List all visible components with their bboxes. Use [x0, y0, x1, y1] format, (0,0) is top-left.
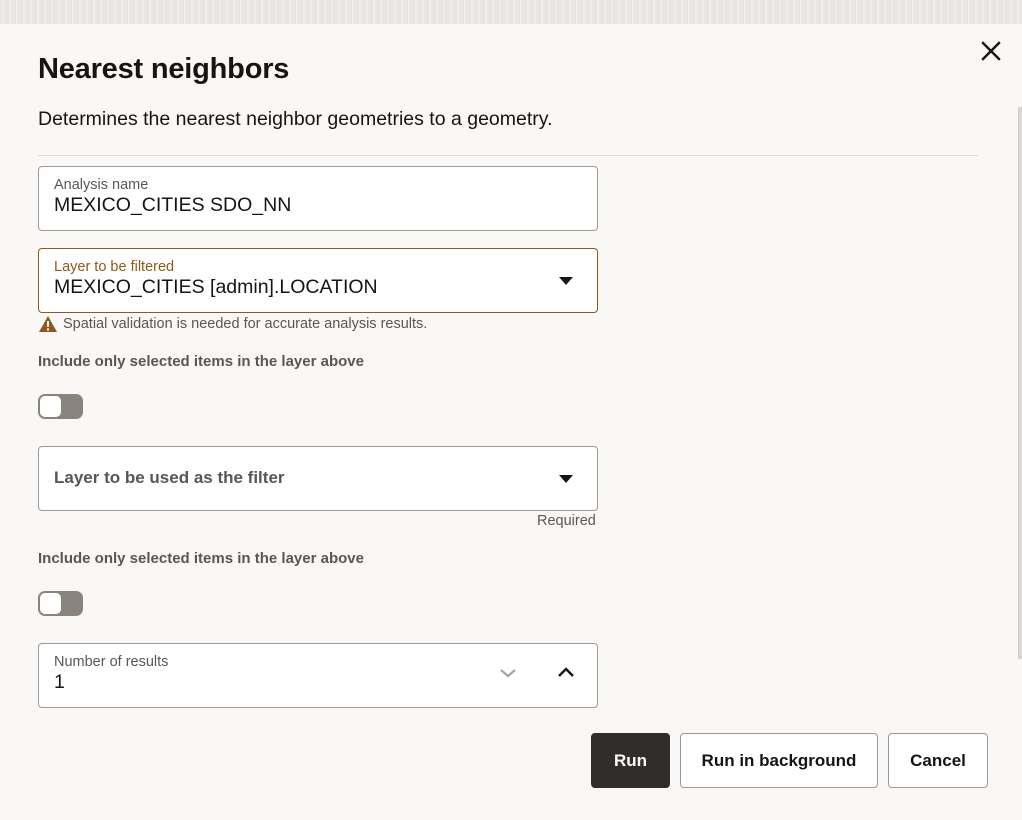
filter-layer-select[interactable]: Layer to be used as the filter [38, 446, 598, 511]
close-button[interactable] [978, 38, 1004, 64]
background-texture [0, 0, 1022, 24]
cancel-button[interactable]: Cancel [888, 733, 988, 788]
analysis-name-label: Analysis name [54, 177, 149, 193]
validation-warning: Spatial validation is needed for accurat… [38, 315, 427, 333]
dialog-description: Determines the nearest neighbor geometri… [38, 108, 553, 130]
divider [38, 155, 978, 156]
decrement-button[interactable] [499, 666, 517, 684]
run-in-background-button[interactable]: Run in background [680, 733, 878, 788]
vertical-scrollbar[interactable] [1018, 107, 1022, 659]
number-of-results-stepper[interactable]: Number of results 1 [38, 643, 598, 708]
toggle-knob [40, 396, 61, 417]
analysis-name-field[interactable]: Analysis name MEXICO_CITIES SDO_NN [38, 166, 598, 231]
warning-triangle-icon [39, 316, 57, 332]
include-selected-label-2: Include only selected items in the layer… [38, 550, 364, 567]
chevron-up-icon [558, 667, 574, 677]
warning-text: Spatial validation is needed for accurat… [63, 316, 428, 332]
caret-down-icon[interactable] [559, 277, 573, 285]
layer-to-filter-select[interactable]: Layer to be filtered MEXICO_CITIES [admi… [38, 248, 598, 313]
caret-down-icon[interactable] [559, 475, 573, 483]
analysis-name-value[interactable]: MEXICO_CITIES SDO_NN [54, 194, 291, 217]
increment-button[interactable] [557, 665, 575, 683]
filter-layer-placeholder: Layer to be used as the filter [54, 468, 285, 487]
layer-to-filter-value: MEXICO_CITIES [admin].LOCATION [54, 276, 378, 298]
number-of-results-label: Number of results [54, 654, 169, 670]
close-icon [981, 41, 1001, 61]
number-of-results-value[interactable]: 1 [54, 671, 65, 694]
dialog-title: Nearest neighbors [38, 53, 290, 85]
required-helper-text: Required [537, 513, 596, 529]
include-selected-toggle-1[interactable] [38, 394, 83, 419]
run-button[interactable]: Run [591, 733, 670, 788]
layer-to-filter-label: Layer to be filtered [54, 259, 175, 275]
chevron-down-icon [500, 669, 516, 678]
include-selected-label-1: Include only selected items in the layer… [38, 353, 364, 370]
include-selected-toggle-2[interactable] [38, 591, 83, 616]
toggle-knob [40, 593, 61, 614]
